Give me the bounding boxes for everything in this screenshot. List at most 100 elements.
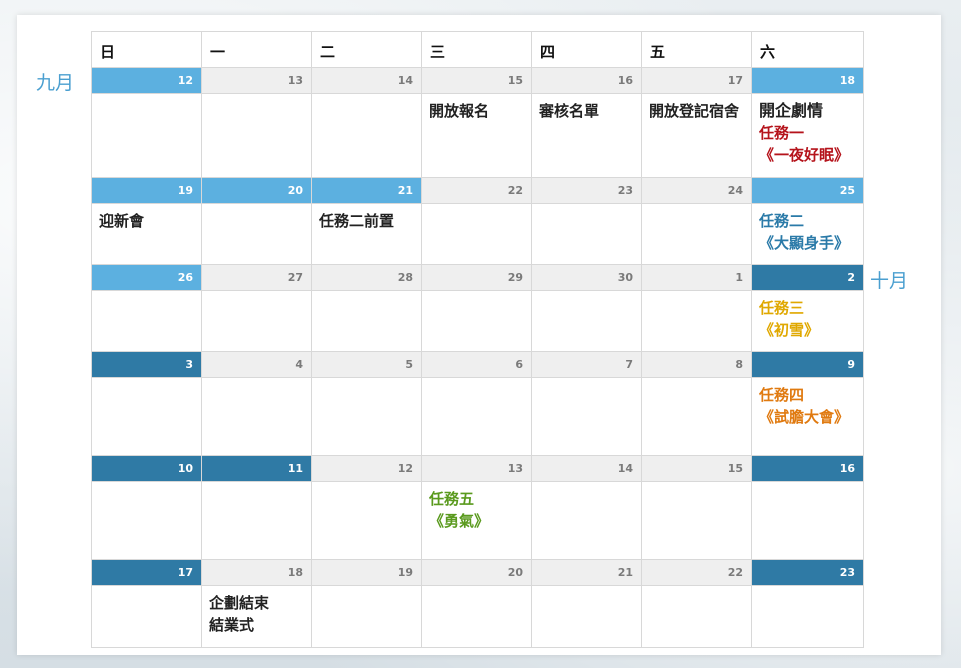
date-number[interactable]: 6 [422,352,532,378]
day-cell[interactable] [422,586,532,648]
day-cell[interactable]: 開企劇情 任務一 《一夜好眠》 [752,94,864,178]
date-number[interactable]: 3 [92,352,202,378]
date-number[interactable]: 13 [202,68,312,94]
day-cell[interactable]: 任務五 《勇氣》 [422,482,532,560]
day-cell[interactable] [752,482,864,560]
date-number[interactable]: 22 [642,560,752,586]
date-number[interactable]: 21 [532,560,642,586]
date-number[interactable]: 28 [312,265,422,291]
day-cell[interactable] [642,378,752,456]
date-number[interactable]: 17 [92,560,202,586]
date-number[interactable]: 12 [312,456,422,482]
day-cell[interactable]: 任務二前置 [312,204,422,265]
day-cell[interactable] [422,204,532,265]
date-number[interactable]: 30 [532,265,642,291]
day-cell[interactable] [642,291,752,352]
date-number[interactable]: 12 [92,68,202,94]
day-cell[interactable] [422,378,532,456]
day-cell[interactable] [312,94,422,178]
date-number[interactable]: 19 [312,560,422,586]
date-number[interactable]: 7 [532,352,642,378]
date-number[interactable]: 2 [752,265,864,291]
day-cell[interactable] [312,586,422,648]
day-cell[interactable] [92,586,202,648]
date-number[interactable]: 22 [422,178,532,204]
day-cell[interactable]: 開放登記宿舍 [642,94,752,178]
event-text: 任務四 [759,386,805,404]
day-cell[interactable]: 任務三 《初雪》 [752,291,864,352]
date-number[interactable]: 17 [642,68,752,94]
day-cell[interactable] [642,482,752,560]
day-cell[interactable] [532,586,642,648]
week-event-row: 任務四 《試膽大會》 [92,378,864,456]
event-text: 開放登記宿舍 [649,102,740,120]
day-cell[interactable] [532,204,642,265]
date-number[interactable]: 27 [202,265,312,291]
date-number[interactable]: 5 [312,352,422,378]
date-number[interactable]: 21 [312,178,422,204]
week-date-row: 12 13 14 15 16 17 18 [92,68,864,94]
event-text: 審核名單 [539,102,600,120]
date-number[interactable]: 24 [642,178,752,204]
day-cell[interactable] [202,378,312,456]
date-number[interactable]: 14 [312,68,422,94]
weekday-header-cell: 一 [202,32,312,68]
day-cell[interactable] [532,291,642,352]
day-cell[interactable] [92,94,202,178]
day-cell[interactable] [202,291,312,352]
day-cell[interactable] [92,378,202,456]
date-number[interactable]: 19 [92,178,202,204]
date-number[interactable]: 20 [422,560,532,586]
date-number[interactable]: 20 [202,178,312,204]
event-text: 《初雪》 [759,321,820,339]
day-cell[interactable] [92,291,202,352]
event-text: 開放報名 [429,102,490,120]
day-cell[interactable] [312,378,422,456]
date-number[interactable]: 23 [532,178,642,204]
event-text: 任務二前置 [319,212,395,230]
day-cell[interactable] [422,291,532,352]
date-number[interactable]: 18 [202,560,312,586]
day-cell[interactable] [642,204,752,265]
day-cell[interactable]: 企劃結束 結業式 [202,586,312,648]
date-number[interactable]: 8 [642,352,752,378]
date-number[interactable]: 26 [92,265,202,291]
day-cell[interactable]: 任務四 《試膽大會》 [752,378,864,456]
date-number[interactable]: 15 [642,456,752,482]
day-cell[interactable] [92,482,202,560]
day-cell[interactable] [642,586,752,648]
date-number[interactable]: 18 [752,68,864,94]
week-date-row: 10 11 12 13 14 15 16 [92,456,864,482]
day-cell[interactable] [312,291,422,352]
date-number[interactable]: 16 [752,456,864,482]
day-cell[interactable] [202,482,312,560]
date-number[interactable]: 4 [202,352,312,378]
date-number[interactable]: 23 [752,560,864,586]
date-number[interactable]: 11 [202,456,312,482]
day-cell[interactable] [752,586,864,648]
day-cell[interactable] [202,94,312,178]
date-number[interactable]: 25 [752,178,864,204]
day-cell[interactable]: 任務二 《大顯身手》 [752,204,864,265]
date-number[interactable]: 1 [642,265,752,291]
week-event-row: 任務五 《勇氣》 [92,482,864,560]
day-cell[interactable] [202,204,312,265]
day-cell[interactable]: 開放報名 [422,94,532,178]
day-cell[interactable]: 審核名單 [532,94,642,178]
date-number[interactable]: 14 [532,456,642,482]
date-number[interactable]: 16 [532,68,642,94]
week-event-row: 任務三 《初雪》 [92,291,864,352]
day-cell[interactable] [532,482,642,560]
day-cell[interactable] [532,378,642,456]
event-text: 任務一 [759,124,805,142]
date-number[interactable]: 13 [422,456,532,482]
month-label-october: 十月 [870,270,909,292]
weekday-header-cell: 六 [752,32,864,68]
date-number[interactable]: 10 [92,456,202,482]
date-number[interactable]: 9 [752,352,864,378]
weekday-header-cell: 二 [312,32,422,68]
day-cell[interactable] [312,482,422,560]
date-number[interactable]: 15 [422,68,532,94]
day-cell[interactable]: 迎新會 [92,204,202,265]
date-number[interactable]: 29 [422,265,532,291]
